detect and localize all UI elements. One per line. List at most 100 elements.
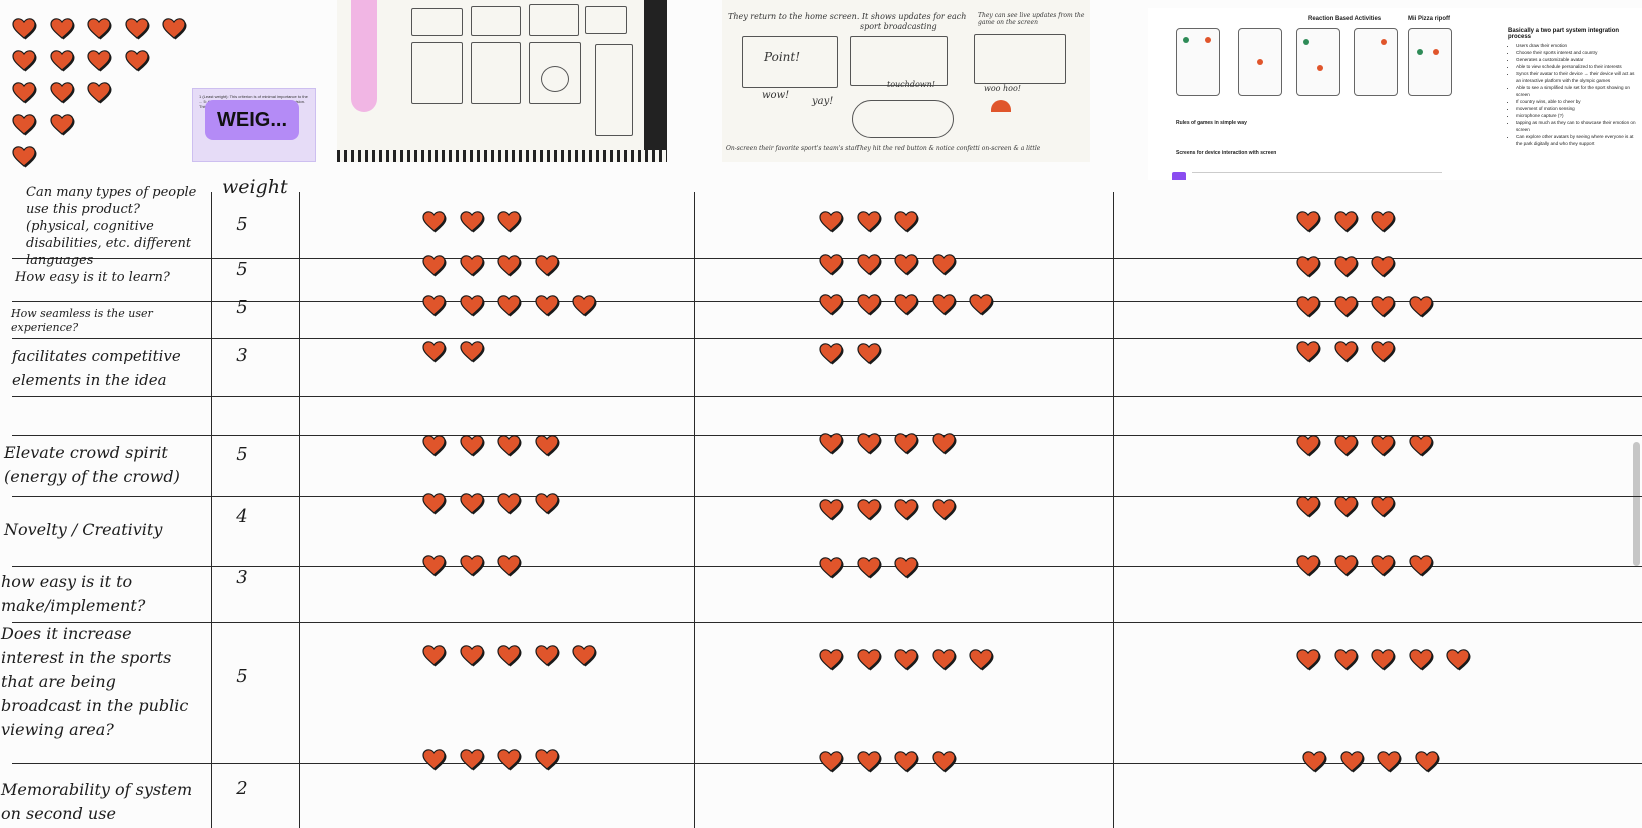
heart-icon [497,255,522,277]
phone-mockup-3[interactable] [1296,28,1340,96]
heart-icon [1414,751,1439,773]
frame-bullet-item: Can explore other avatars by seeing wher… [1516,133,1636,147]
heart-icon [931,294,956,316]
heart-icon [1333,435,1358,457]
phone-mockup-2[interactable] [1238,28,1282,96]
heart-icon [534,295,559,317]
weight-value: 5 [236,259,248,280]
heart-icon [1371,435,1396,457]
heart-icon [856,343,881,365]
heart-icon [894,499,919,521]
heart-icon [1296,496,1321,518]
heart-icon [1296,256,1321,278]
heart-icon [1408,649,1433,671]
heart-icon [894,649,919,671]
heart-icon [1377,751,1402,773]
heart-icon [534,645,559,667]
heart-icon [459,295,484,317]
heart-icon [1333,649,1358,671]
phone-mockup-4[interactable] [1354,28,1398,96]
heart-icon [422,493,447,515]
table-row-divider [12,396,1642,397]
table-row-divider [12,496,1642,497]
sketch-caption-5: They hit the red button & notice confett… [856,145,1041,152]
heart-icon [1408,435,1433,457]
heart-icon [931,499,956,521]
heart-icon [819,294,844,316]
heart-icon [124,18,149,40]
criterion-label: Elevate crowd spirit (energy of the crow… [4,443,180,486]
criterion-label: How easy is it to learn? [15,270,170,285]
sketch-point: Point! [764,50,801,64]
weight-value: 2 [236,778,248,799]
sketch-caption-1: They return to the home screen. It shows… [728,12,967,21]
heart-icon [497,211,522,233]
heart-icon [497,645,522,667]
heart-icon [1296,435,1321,457]
heart-icon [422,211,447,233]
heart-icon [459,555,484,577]
criterion-label: Can many types of people use this produc… [26,185,197,268]
heart-icon [1371,496,1396,518]
heart-icon [12,82,37,104]
criterion-label: Does it increase interest in the sports … [1,624,189,739]
heart-icon [49,50,74,72]
heart-icon [931,433,956,455]
heart-icon [894,294,919,316]
frame-bullet-item: Able to view schedule personalized to th… [1516,63,1636,70]
frame-bullet-item: Generates a customizable avatar [1516,56,1636,63]
heart-icon [1296,649,1321,671]
table-column-divider [1113,192,1114,828]
heart-icon [459,645,484,667]
criterion-label: How seamless is the user experience? [11,307,153,334]
frame-label-reactions: Reaction Based Activities [1308,16,1382,22]
storyboard-sketch-2[interactable]: They return to the home screen. It shows… [722,0,1090,162]
heart-icon [49,18,74,40]
heart-icon [162,18,187,40]
heart-icon [459,435,484,457]
table-row-divider [12,338,1642,339]
table-row-divider [12,622,1642,623]
frame-bullet-item: tapping as much as they can to showcase … [1516,119,1636,133]
frame-bullet-item: microphone capture (?) [1516,112,1636,119]
heart-icon [422,255,447,277]
weight-badge[interactable]: WEIG... [205,100,299,140]
heart-icon [49,114,74,136]
heart-icon [422,341,447,363]
storyboard-sketch-1[interactable] [337,0,667,162]
heart-icon [1371,256,1396,278]
criterion-label: facilitates competitive elements in the … [12,347,181,389]
design-frame[interactable]: Reaction Based Activities Mii Pizza ripo… [1148,8,1642,180]
heart-icon [1302,751,1327,773]
heart-icon [1446,649,1471,671]
sketch-woohoo: woo hoo! [984,84,1022,93]
heart-icon [1333,341,1358,363]
weight-value: 3 [236,567,248,588]
heart-icon [12,50,37,72]
heart-icon [1296,341,1321,363]
heart-icon [12,18,37,40]
heart-icon [497,749,522,771]
heart-icon [856,751,881,773]
vertical-scrollbar[interactable] [1633,442,1640,566]
heart-icon [1333,555,1358,577]
heart-icon [422,435,447,457]
heart-icon [856,211,881,233]
heart-icon [87,50,112,72]
weight-value: 5 [236,666,248,687]
heart-icon [931,649,956,671]
heart-icon [819,499,844,521]
frame-bullet-item: If country wins, able to cheer by [1516,98,1636,105]
criterion-label: Memorability of system on second use [1,780,193,823]
heart-icon [1371,555,1396,577]
heart-icon [819,649,844,671]
phone-mockup-5[interactable] [1408,28,1452,96]
heart-icon [856,433,881,455]
heart-icon [572,645,597,667]
sketch-caption-2: sport broadcasting [860,22,937,31]
heart-icon [894,254,919,276]
heart-icon [422,749,447,771]
frame-bullet-item: Users draw their emotion [1516,42,1636,49]
heart-icon [819,254,844,276]
phone-mockup-1[interactable] [1176,28,1220,96]
